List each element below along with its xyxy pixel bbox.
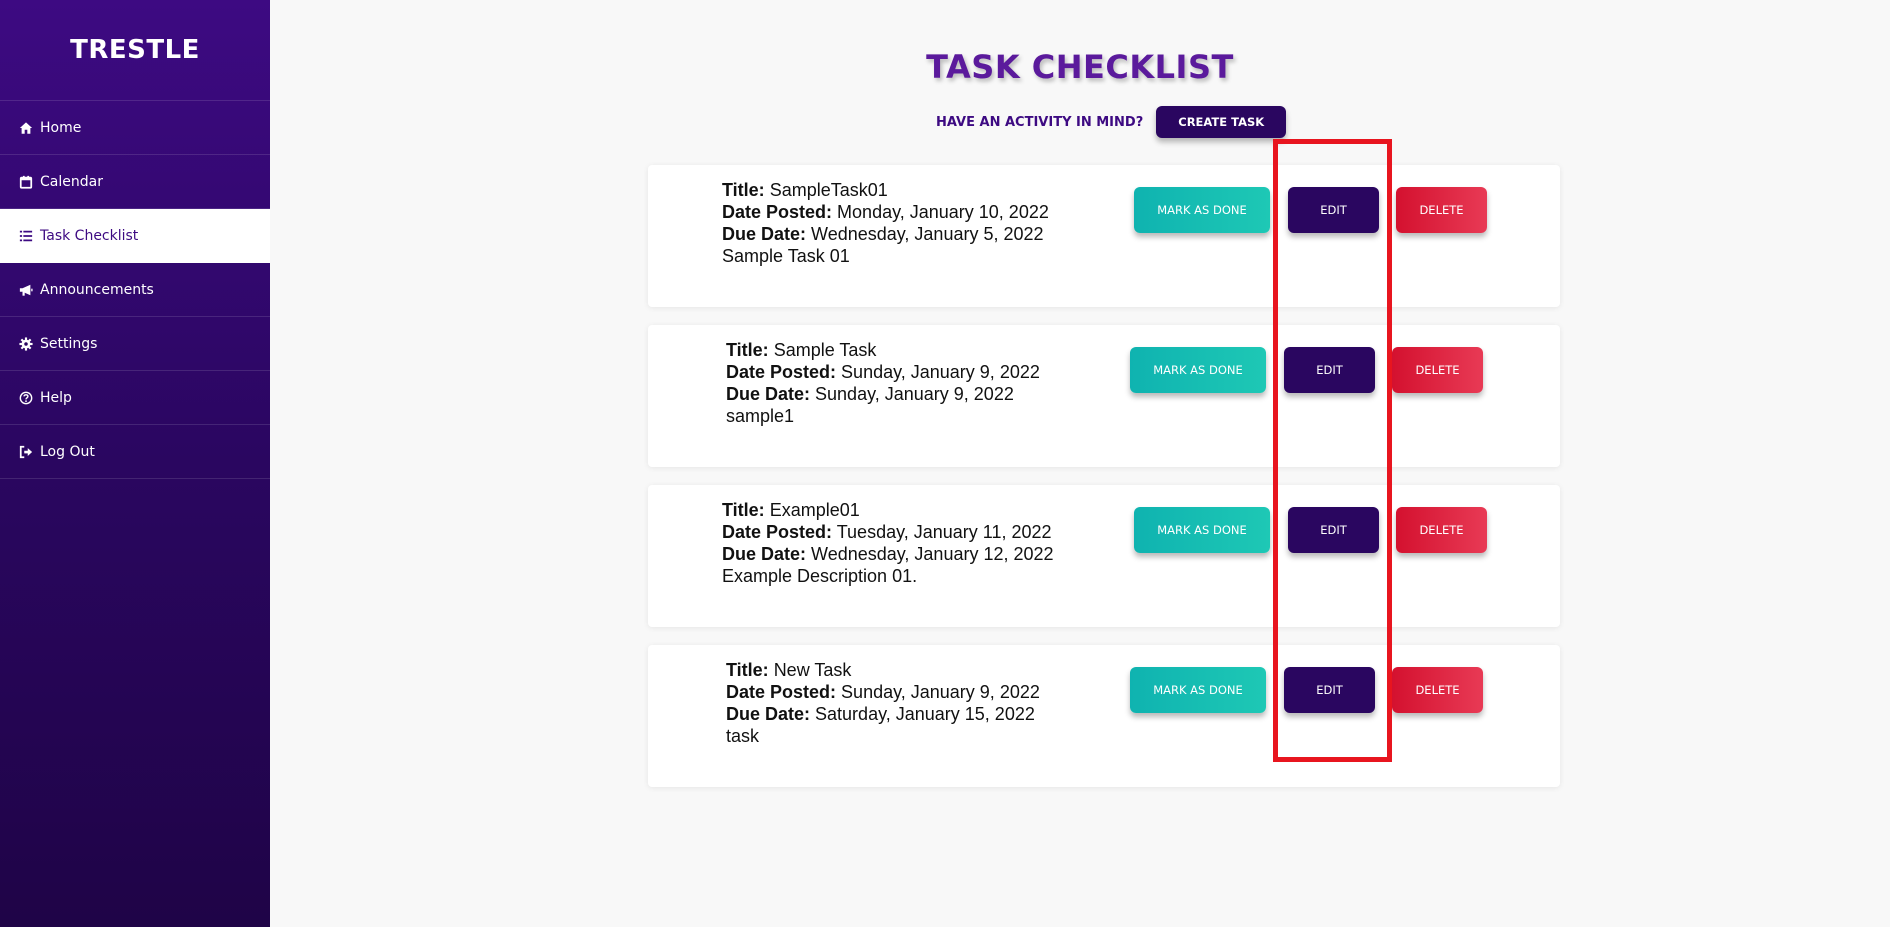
task-description: Sample Task 01	[722, 246, 850, 266]
task-description: Example Description 01.	[722, 566, 918, 586]
title-label: Title:	[726, 660, 769, 680]
title-label: Title:	[722, 180, 765, 200]
title-label: Title:	[726, 340, 769, 360]
task-title: SampleTask01	[769, 180, 888, 200]
sidebar-item-label: Task Checklist	[40, 227, 139, 244]
create-task-button[interactable]: CREATE TASK	[1156, 106, 1287, 138]
task-card: Title: Example01 Date Posted: Tuesday, J…	[648, 485, 1560, 627]
task-description: task	[726, 726, 760, 746]
delete-button[interactable]: DELETE	[1392, 347, 1483, 393]
task-due-date: Wednesday, January 12, 2022	[811, 544, 1054, 564]
date-posted-label: Date Posted:	[726, 362, 837, 382]
mark-as-done-button[interactable]: MARK AS DONE	[1134, 507, 1270, 553]
sidebar: TRESTLE Home Calendar Task Checklist Ann…	[0, 0, 270, 927]
sidebar-item-help[interactable]: Help	[0, 371, 270, 425]
due-date-label: Due Date:	[722, 544, 807, 564]
date-posted-label: Date Posted:	[722, 522, 833, 542]
create-task-row: HAVE AN ACTIVITY IN MIND? CREATE TASK	[936, 106, 1287, 138]
mark-as-done-button[interactable]: MARK AS DONE	[1134, 187, 1270, 233]
delete-button[interactable]: DELETE	[1392, 667, 1483, 713]
task-date-posted: Sunday, January 9, 2022	[841, 682, 1040, 702]
task-card: Title: Sample Task Date Posted: Sunday, …	[648, 325, 1560, 467]
task-due-date: Wednesday, January 5, 2022	[811, 224, 1044, 244]
delete-button[interactable]: DELETE	[1396, 507, 1487, 553]
megaphone-icon	[18, 282, 34, 298]
task-due-date: Saturday, January 15, 2022	[815, 704, 1035, 724]
title-label: Title:	[722, 500, 765, 520]
sidebar-item-home[interactable]: Home	[0, 101, 270, 155]
gear-icon	[18, 336, 34, 352]
date-posted-label: Date Posted:	[722, 202, 833, 222]
home-icon	[18, 120, 34, 136]
sidebar-item-log-out[interactable]: Log Out	[0, 425, 270, 479]
mark-as-done-button[interactable]: MARK AS DONE	[1130, 347, 1266, 393]
due-date-label: Due Date:	[726, 384, 811, 404]
sidebar-item-label: Announcements	[40, 281, 154, 298]
task-date-posted: Sunday, January 9, 2022	[841, 362, 1040, 382]
task-card: Title: New Task Date Posted: Sunday, Jan…	[648, 645, 1560, 787]
sidebar-item-label: Settings	[40, 335, 98, 352]
sidebar-item-settings[interactable]: Settings	[0, 317, 270, 371]
edit-button[interactable]: EDIT	[1284, 667, 1375, 713]
sidebar-item-label: Log Out	[40, 443, 95, 460]
logout-icon	[18, 444, 34, 460]
task-details: Title: SampleTask01 Date Posted: Monday,…	[722, 179, 1049, 267]
calendar-icon	[18, 174, 34, 190]
task-details: Title: New Task Date Posted: Sunday, Jan…	[726, 659, 1040, 747]
edit-button[interactable]: EDIT	[1288, 187, 1379, 233]
sidebar-item-label: Home	[40, 119, 82, 136]
due-date-label: Due Date:	[726, 704, 811, 724]
due-date-label: Due Date:	[722, 224, 807, 244]
task-card: Title: SampleTask01 Date Posted: Monday,…	[648, 165, 1560, 307]
task-title: Example01	[769, 500, 860, 520]
edit-button[interactable]: EDIT	[1288, 507, 1379, 553]
delete-button[interactable]: DELETE	[1396, 187, 1487, 233]
date-posted-label: Date Posted:	[726, 682, 837, 702]
sidebar-item-label: Help	[40, 389, 72, 406]
sidebar-item-label: Calendar	[40, 173, 103, 190]
sidebar-item-task-checklist[interactable]: Task Checklist	[0, 209, 270, 263]
task-date-posted: Monday, January 10, 2022	[837, 202, 1049, 222]
task-details: Title: Example01 Date Posted: Tuesday, J…	[722, 499, 1054, 587]
question-circle-icon	[18, 390, 34, 406]
task-date-posted: Tuesday, January 11, 2022	[836, 522, 1052, 542]
mark-as-done-button[interactable]: MARK AS DONE	[1130, 667, 1266, 713]
sidebar-item-calendar[interactable]: Calendar	[0, 155, 270, 209]
task-title: New Task	[773, 660, 852, 680]
task-details: Title: Sample Task Date Posted: Sunday, …	[726, 339, 1040, 427]
task-description: sample1	[726, 406, 795, 426]
task-title: Sample Task	[773, 340, 877, 360]
list-icon	[18, 228, 34, 244]
task-due-date: Sunday, January 9, 2022	[815, 384, 1014, 404]
sidebar-item-announcements[interactable]: Announcements	[0, 263, 270, 317]
page-title: TASK CHECKLIST	[926, 48, 1234, 86]
edit-button[interactable]: EDIT	[1284, 347, 1375, 393]
activity-prompt: HAVE AN ACTIVITY IN MIND?	[936, 114, 1144, 130]
brand-logo: TRESTLE	[0, 0, 270, 101]
